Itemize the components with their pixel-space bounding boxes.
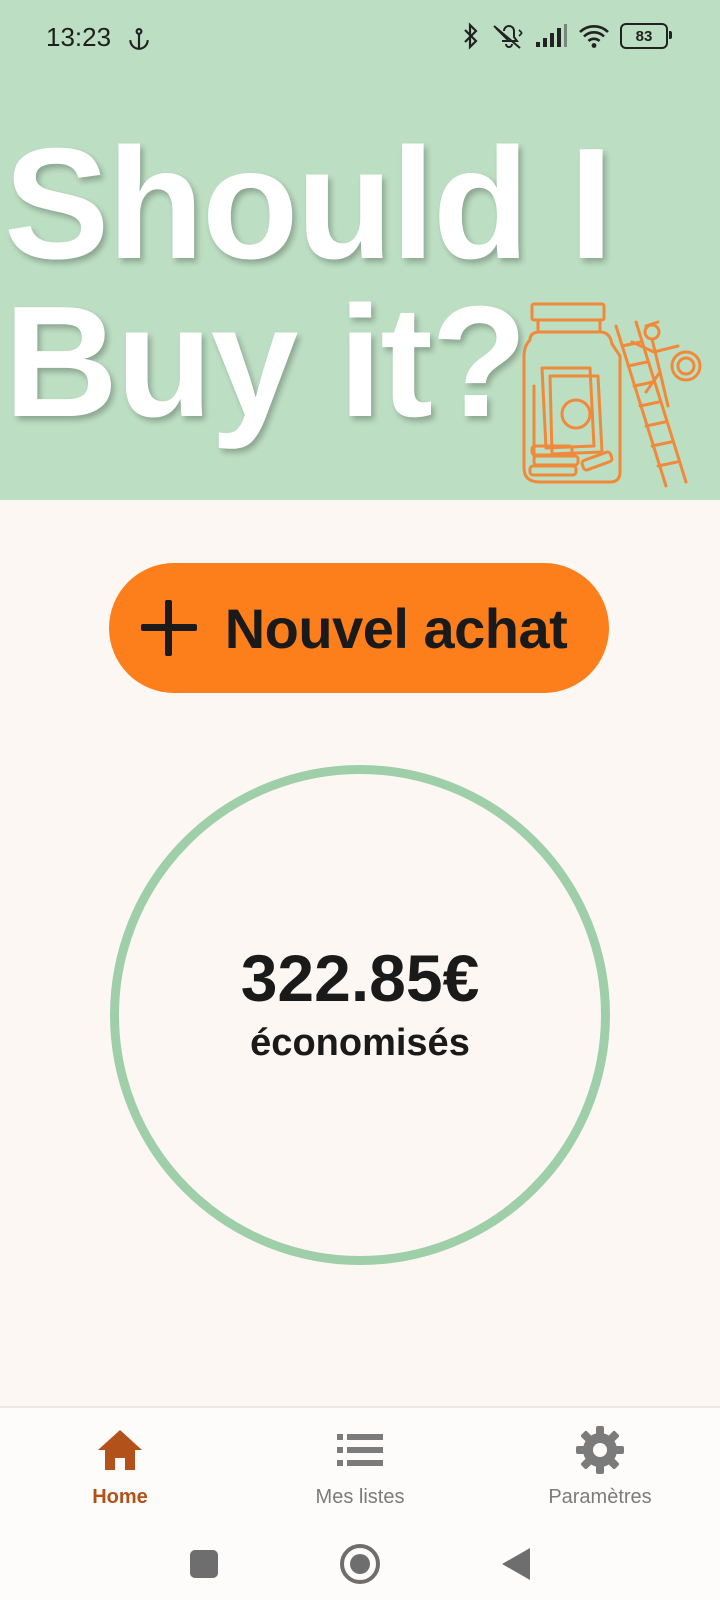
gear-icon [574,1426,626,1474]
home-circle-icon[interactable] [338,1542,382,1586]
bottom-navigation: Home Mes listes Paramètres [0,1406,720,1530]
app-header: 13:23 83 Should I Buy it? [0,0,720,500]
bluetooth-icon [464,22,478,50]
system-nav-bar [0,1528,720,1600]
nav-label-lists: Mes listes [315,1486,405,1508]
app-title-line2: Buy it? [4,274,527,450]
nav-label-settings: Paramètres [548,1486,652,1508]
back-icon[interactable] [494,1542,538,1586]
nav-item-settings[interactable]: Paramètres [480,1408,720,1530]
battery-icon: 83 [620,23,672,49]
wifi-icon [579,25,609,48]
nav-item-home[interactable]: Home [0,1408,240,1530]
status-icons: 83 [460,22,672,50]
home-icon [94,1426,146,1474]
nav-label-home: Home [92,1486,148,1508]
anchor-icon [129,27,149,50]
signal-icon [536,24,567,47]
nav-item-lists[interactable]: Mes listes [240,1408,480,1530]
plus-icon [140,600,197,656]
recents-icon[interactable] [182,1542,226,1586]
status-time: 13:23 [46,22,112,52]
savings-amount: 322.85€ [240,941,480,1015]
list-icon [334,1426,386,1474]
savings-label: économisés [250,1022,470,1064]
new-purchase-button[interactable]: Nouvel achat [109,563,609,693]
new-purchase-label: Nouvel achat [224,596,568,660]
vibrate-off-icon [493,25,523,49]
jar-ladder-illustration [522,302,702,488]
app-title-line1: Should I [4,116,613,292]
